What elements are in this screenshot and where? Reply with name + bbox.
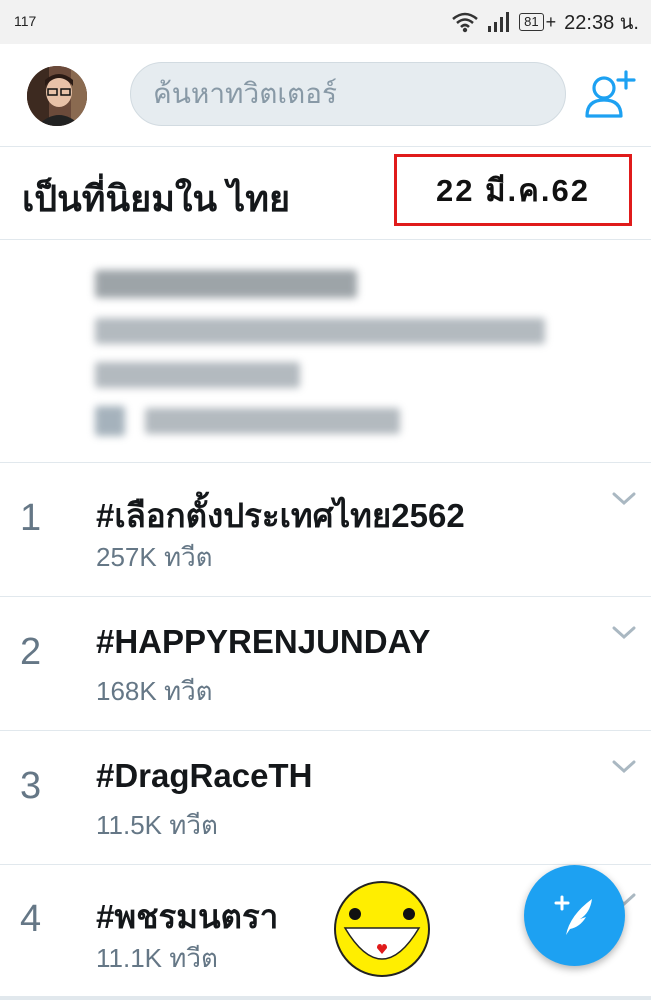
trend-rank: 4: [20, 898, 42, 940]
clock: 22:38 น.: [564, 12, 639, 34]
chevron-down-icon[interactable]: [610, 623, 638, 643]
trend-rank: 2: [20, 631, 42, 673]
trend-name: #HAPPYRENJUNDAY: [96, 623, 431, 660]
status-left-text: 117: [14, 13, 37, 29]
wifi-icon: [452, 12, 478, 33]
user-avatar-icon: [27, 66, 87, 126]
promoted-trend[interactable]: [0, 240, 651, 463]
promoted-icon: [95, 406, 125, 436]
compose-tweet-button[interactable]: [524, 865, 625, 966]
trend-count: 11.5K ทวีต: [96, 810, 218, 840]
chevron-down-icon[interactable]: [610, 757, 638, 777]
trend-row[interactable]: 3 #DragRaceTH 11.5K ทวีต: [0, 731, 651, 865]
trend-count: 257K ทวีต: [96, 542, 213, 572]
bottom-divider: [0, 996, 651, 1000]
blurred-title: [95, 270, 357, 298]
trend-row[interactable]: 2 #HAPPYRENJUNDAY 168K ทวีต: [0, 597, 651, 731]
search-bar[interactable]: [130, 62, 566, 126]
trend-rank: 3: [20, 765, 42, 807]
date-annotation: 22 มี.ค.62: [394, 154, 632, 226]
status-bar: 117 81 + 22:38 น.: [0, 0, 651, 44]
trend-count: 11.1K ทวีต: [96, 943, 218, 973]
trend-name: #พชรมนตรา: [96, 898, 279, 935]
trend-name: #DragRaceTH: [96, 757, 313, 794]
status-icons: 81 + 22:38 น.: [451, 9, 639, 35]
trend-name: #เลือกตั้งประเทศไทย2562: [96, 497, 465, 534]
avatar[interactable]: [27, 66, 87, 126]
blurred-description: [95, 318, 545, 344]
chevron-down-icon[interactable]: [610, 489, 638, 509]
add-user-icon[interactable]: [584, 70, 636, 120]
compose-feather-icon: [554, 895, 592, 935]
signal-icon: [488, 12, 510, 32]
trend-row[interactable]: 1 #เลือกตั้งประเทศไทย2562 257K ทวีต: [0, 463, 651, 597]
trends-title: เป็นที่นิยมใน ไทย: [22, 178, 291, 219]
smiley-face-icon: [334, 881, 430, 977]
top-header: [0, 44, 651, 147]
blurred-description: [95, 362, 300, 388]
trends-header: เป็นที่นิยมใน ไทย 22 มี.ค.62: [0, 146, 651, 240]
trend-count: 168K ทวีต: [96, 676, 213, 706]
blurred-promoted-by: [145, 408, 400, 434]
search-input[interactable]: [131, 63, 565, 125]
battery-icon: 81: [519, 13, 544, 31]
trend-rank: 1: [20, 497, 42, 539]
charging-icon: +: [545, 11, 557, 32]
